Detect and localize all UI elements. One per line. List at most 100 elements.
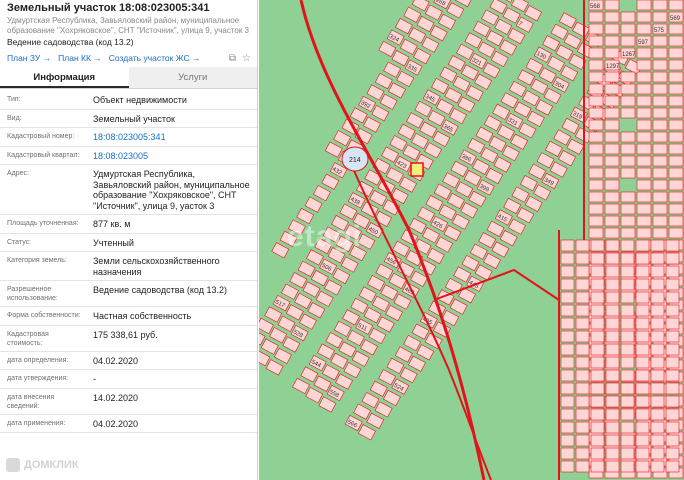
cadastral-plot[interactable]: [636, 119, 652, 131]
tab-services[interactable]: Услуги: [128, 67, 257, 88]
cadastral-plot[interactable]: [650, 252, 665, 265]
cadastral-plot[interactable]: [321, 364, 340, 381]
cadastral-plot[interactable]: [406, 112, 424, 129]
cadastral-plot[interactable]: [588, 131, 604, 143]
cadastral-plot[interactable]: [376, 316, 395, 333]
cadastral-plot[interactable]: [590, 356, 605, 369]
cadastral-plot[interactable]: [590, 460, 605, 473]
cadastral-plot[interactable]: [575, 395, 590, 408]
cadastral-plot[interactable]: [396, 70, 415, 88]
cadastral-plot[interactable]: [491, 241, 510, 258]
cadastral-plot[interactable]: [636, 143, 652, 155]
cadastral-plot[interactable]: [408, 217, 427, 235]
cadastral-plot[interactable]: [635, 252, 650, 265]
cadastral-plot[interactable]: [385, 304, 404, 322]
cadastral-plot[interactable]: [636, 47, 652, 59]
cadastral-plot[interactable]: [665, 460, 680, 473]
cadastral-plot[interactable]: [442, 172, 461, 189]
cadastral-plot[interactable]: [604, 131, 620, 143]
cadastral-plot[interactable]: [449, 107, 468, 125]
cadastral-plot[interactable]: [429, 25, 448, 42]
cad-quarter-link[interactable]: 18:08:023005: [86, 146, 257, 165]
cadastral-plot[interactable]: [620, 11, 636, 23]
cadastral-plot[interactable]: [635, 421, 650, 434]
cadastral-plot[interactable]: [259, 317, 274, 335]
cadastral-plot[interactable]: [360, 339, 379, 356]
cadastral-plot[interactable]: [460, 202, 479, 219]
cadastral-plot[interactable]: [665, 434, 680, 447]
cadastral-plot[interactable]: [620, 278, 635, 291]
cadastral-plot[interactable]: [604, 143, 620, 155]
cadastral-plot[interactable]: [636, 179, 652, 191]
cadastral-plot[interactable]: [650, 447, 665, 460]
cadastral-plot[interactable]: [435, 236, 454, 253]
cadastral-plot[interactable]: [652, 11, 668, 23]
cadastral-plot[interactable]: [652, 0, 668, 11]
cadastral-plot[interactable]: [566, 138, 585, 155]
cadastral-plot[interactable]: [368, 327, 387, 345]
cadastral-plot[interactable]: [485, 30, 504, 47]
cadastral-plot[interactable]: [517, 69, 536, 86]
cadastral-plot[interactable]: [635, 356, 650, 369]
cadastral-plot[interactable]: [650, 330, 665, 343]
cadastral-plot[interactable]: [511, 0, 529, 13]
cadastral-plot[interactable]: [590, 421, 605, 434]
cadastral-plot[interactable]: [652, 107, 668, 119]
cadastral-plot[interactable]: [588, 107, 604, 119]
cadastral-plot[interactable]: [668, 107, 684, 119]
cadastral-plot[interactable]: [335, 373, 353, 390]
cadastral-plot[interactable]: [590, 317, 605, 330]
cadastral-plot[interactable]: [588, 155, 604, 167]
cadastral-plot[interactable]: [588, 215, 604, 227]
cadastral-plot[interactable]: [507, 27, 526, 45]
cadastral-plot[interactable]: [538, 67, 557, 84]
cadastral-plot[interactable]: [560, 317, 575, 330]
cadastral-plot[interactable]: [590, 265, 605, 278]
cadastral-plot[interactable]: [668, 95, 684, 107]
cadastral-plot[interactable]: [350, 297, 369, 315]
cadastral-plot[interactable]: [650, 291, 665, 304]
cadastral-plot[interactable]: [460, 64, 479, 81]
cadastral-plot[interactable]: [560, 421, 575, 434]
cadastral-plot[interactable]: [395, 18, 413, 35]
cadastral-plot[interactable]: [590, 330, 605, 343]
cadastral-plot[interactable]: [635, 434, 650, 447]
cadastral-plot[interactable]: [668, 83, 684, 95]
cadastral-plot[interactable]: [378, 40, 397, 58]
cadastral-plot[interactable]: [575, 447, 590, 460]
cadastral-plot[interactable]: [410, 132, 429, 150]
cadastral-plot[interactable]: [499, 230, 518, 247]
cadastral-plot[interactable]: [424, 4, 443, 21]
cadastral-plot[interactable]: [432, 130, 451, 148]
cadastral-plot[interactable]: [605, 291, 620, 304]
cadastral-plot[interactable]: [560, 408, 575, 421]
cadastral-plot[interactable]: [575, 330, 590, 343]
cadastral-plot[interactable]: [636, 95, 652, 107]
cadastral-plot[interactable]: [363, 116, 381, 133]
cadastral-plot[interactable]: [392, 240, 411, 257]
cadastral-plot[interactable]: [305, 387, 324, 404]
cadastral-plot[interactable]: [668, 191, 684, 203]
cadastral-plot[interactable]: [374, 72, 393, 90]
cadastral-plot[interactable]: [588, 143, 604, 155]
cadastral-plot[interactable]: [665, 252, 680, 265]
cadastral-plot[interactable]: [299, 313, 317, 330]
cadastral-plot[interactable]: [486, 220, 505, 237]
cadastral-plot[interactable]: [605, 395, 620, 408]
cadastral-plot[interactable]: [604, 155, 620, 167]
cadastral-plot[interactable]: [605, 421, 620, 434]
cadastral-plot[interactable]: [560, 291, 575, 304]
copy-icon[interactable]: ⧉: [229, 53, 236, 64]
cadastral-plot[interactable]: [403, 6, 422, 23]
cadastral-plot[interactable]: [620, 395, 635, 408]
cadastral-plot[interactable]: [485, 167, 504, 185]
cadastral-plot[interactable]: [620, 155, 636, 167]
cadastral-plot[interactable]: [575, 408, 590, 421]
cadastral-plot[interactable]: [635, 278, 650, 291]
cadastral-plot[interactable]: [668, 23, 684, 35]
cadastral-plot[interactable]: [588, 83, 604, 95]
cadastral-plot[interactable]: [605, 330, 620, 343]
cadastral-plot[interactable]: [340, 256, 359, 273]
cadastral-plot[interactable]: [590, 252, 605, 265]
cadastral-plot[interactable]: [652, 59, 668, 71]
